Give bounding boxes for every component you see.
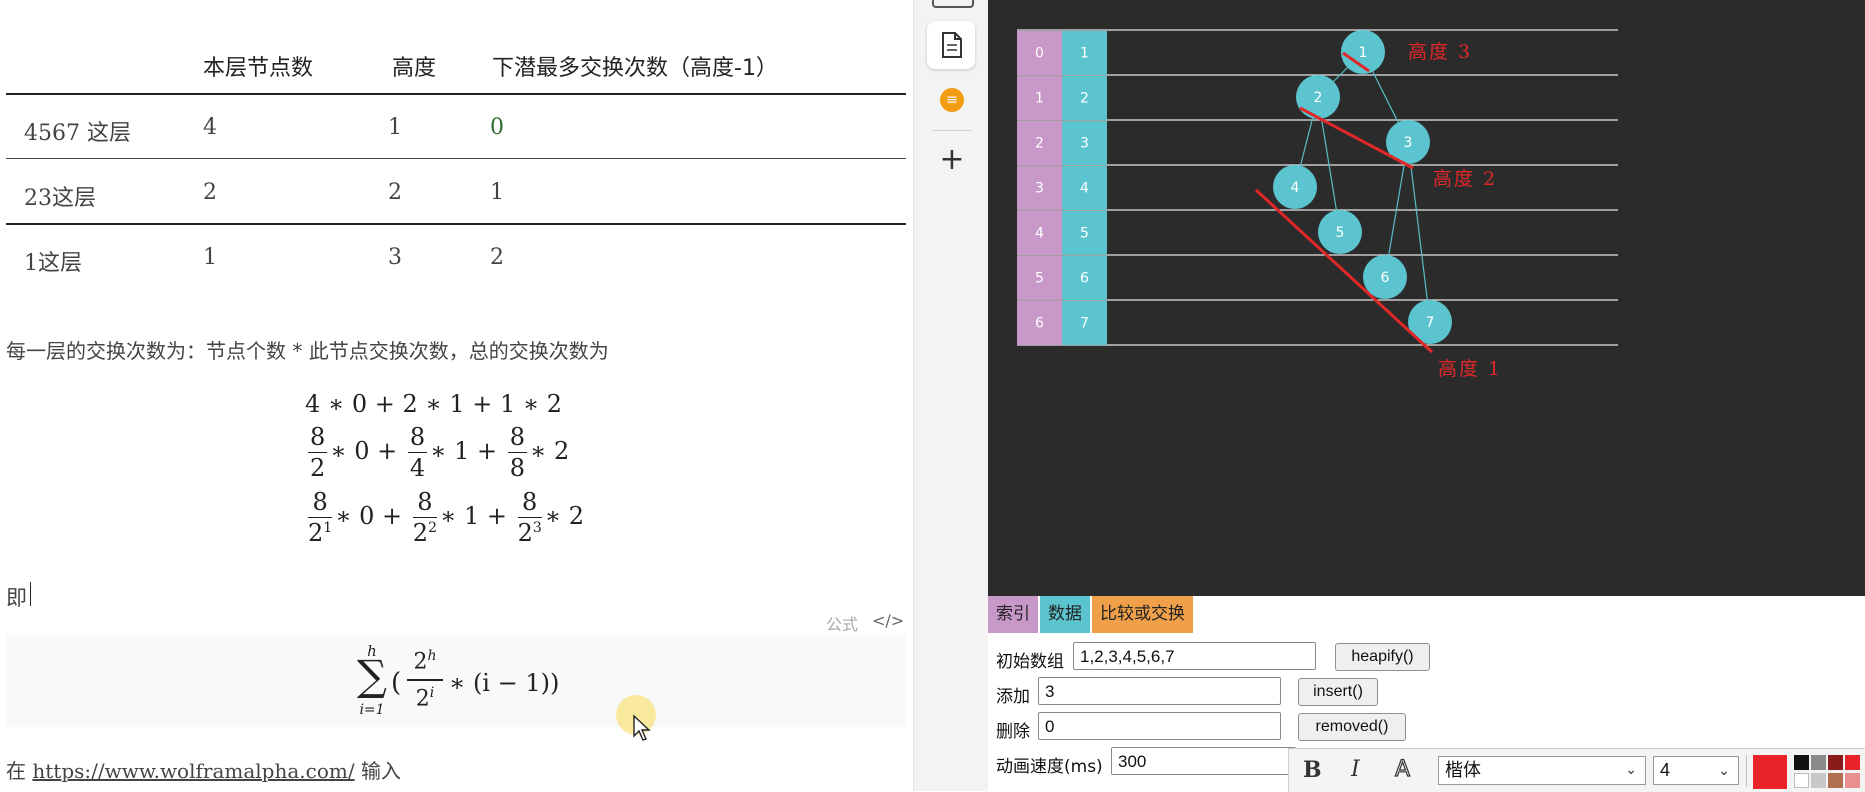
- row-count: 1: [203, 245, 217, 270]
- color-swatch[interactable]: [1828, 773, 1843, 788]
- value-label: 1: [1080, 46, 1089, 62]
- add-input[interactable]: 3: [1038, 677, 1281, 705]
- footer-line: 在 https://www.wolframalpha.com/ 输入: [6, 755, 401, 784]
- value-label: 5: [1080, 226, 1089, 242]
- value-label: 4: [1080, 181, 1089, 197]
- chevron-down-icon: ⌄: [1625, 762, 1637, 778]
- table-header-swaps: 下潜最多交换次数（高度-1）: [492, 56, 778, 81]
- color-swatch[interactable]: [1845, 773, 1860, 788]
- index-label: 1: [1035, 91, 1044, 107]
- format-toolbar: B I A 楷体 ⌄ 4 ⌄: [1288, 748, 1865, 792]
- current-color-swatch[interactable]: [1753, 755, 1787, 789]
- tree-node-label: 3: [1404, 135, 1413, 151]
- index-label: 3: [1035, 181, 1044, 197]
- value-label: 2: [1080, 91, 1089, 107]
- bold-button[interactable]: B: [1303, 757, 1322, 783]
- add-icon[interactable]: +: [938, 145, 966, 175]
- height-annotation: 高度 2: [1433, 168, 1497, 190]
- tree-edge: [1407, 141, 1431, 323]
- document-pane: 本层节点数 高度 下潜最多交换次数（高度-1） 4567 这层 4 1 0 23…: [0, 0, 912, 791]
- index-label: 4: [1035, 226, 1044, 242]
- row-height: 2: [388, 180, 402, 205]
- wolfram-link[interactable]: https://www.wolframalpha.com/: [32, 759, 354, 783]
- legend-data-tag: 数据: [1040, 596, 1090, 633]
- color-swatch[interactable]: [1845, 755, 1860, 770]
- new-file-button[interactable]: [927, 21, 975, 69]
- ji-text: 即: [6, 586, 27, 610]
- mouse-pointer-icon: [633, 714, 651, 741]
- add-label: 添加: [996, 687, 1030, 707]
- removed-button[interactable]: removed(): [1298, 713, 1406, 741]
- tree-node-label: 1: [1359, 45, 1368, 61]
- tree-node-label: 5: [1336, 225, 1345, 241]
- table-header-count: 本层节点数: [203, 56, 314, 81]
- index-label: 2: [1035, 136, 1044, 152]
- index-label: 5: [1035, 271, 1044, 287]
- value-label: 6: [1080, 271, 1089, 287]
- init-array-label: 初始数组: [996, 652, 1064, 672]
- outline-text-button[interactable]: A: [1394, 756, 1410, 782]
- color-swatch[interactable]: [1811, 755, 1826, 770]
- tree-node-label: 2: [1314, 90, 1323, 106]
- color-swatch[interactable]: [1794, 755, 1809, 770]
- row-count: 2: [203, 180, 217, 205]
- text-cursor: [30, 582, 31, 606]
- color-swatch[interactable]: [1811, 773, 1826, 788]
- legend-compare-swap-tag: 比较或交换: [1092, 596, 1193, 633]
- heap-canvas: 0 1 1 2 2 3 3 4 4 5 5 6 6 7 1 2 3 4 5 6 7 高度 3 高度 2 高度 1: [1017, 29, 1618, 380]
- row-swaps: 1: [490, 180, 504, 205]
- sum-formula: h ∑ i=1 ( 2h 2i ∗ (i − 1)): [357, 642, 560, 718]
- divider: [932, 130, 972, 131]
- init-array-input[interactable]: 1,2,3,4,5,6,7: [1073, 642, 1316, 670]
- row-height: 3: [388, 245, 402, 270]
- insert-button[interactable]: insert(): [1298, 678, 1378, 706]
- color-swatch[interactable]: [1794, 773, 1809, 788]
- height-annotation: 高度 3: [1408, 41, 1472, 63]
- tree-node-label: 7: [1426, 315, 1435, 331]
- row-label: 1这层: [24, 251, 82, 276]
- code-toggle-icon[interactable]: </>: [872, 611, 904, 630]
- formula-line-1: 4 ∗ 0 + 2 ∗ 1 + 1 ∗ 2: [305, 390, 563, 418]
- legend-index-tag: 索引: [988, 596, 1038, 633]
- index-label: 0: [1035, 46, 1044, 62]
- file-icon: [942, 32, 962, 58]
- row-count: 4: [203, 115, 217, 140]
- italic-button[interactable]: I: [1351, 757, 1360, 782]
- font-family-select[interactable]: 楷体 ⌄: [1438, 756, 1646, 785]
- extension-icon[interactable]: ≡: [940, 88, 964, 112]
- value-label: 3: [1080, 136, 1089, 152]
- height-annotation: 高度 1: [1438, 358, 1502, 380]
- delete-label: 删除: [996, 722, 1030, 742]
- activity-bar: ≡ +: [913, 0, 989, 791]
- table-header-height: 高度: [392, 56, 437, 81]
- chevron-down-icon: ⌄: [1718, 762, 1730, 778]
- formula-line-2: 8 2 ∗ 0 + 8 4 ∗ 1 + 8 8 ∗ 2: [308, 423, 570, 482]
- color-swatch[interactable]: [1828, 755, 1843, 770]
- row-label: 23这层: [24, 186, 96, 211]
- footer-prefix: 在: [6, 759, 26, 783]
- tree-node-label: 4: [1291, 180, 1300, 196]
- value-label: 7: [1080, 316, 1089, 332]
- heapify-button[interactable]: heapify(): [1335, 643, 1430, 671]
- tree-node-label: 6: [1381, 270, 1390, 286]
- divider: [1746, 755, 1747, 787]
- speed-input[interactable]: 300: [1111, 747, 1296, 775]
- row-label: 4567 这层: [24, 121, 131, 146]
- font-size-select[interactable]: 4 ⌄: [1653, 756, 1739, 785]
- row-swaps: 2: [490, 245, 504, 270]
- speed-label: 动画速度(ms): [996, 757, 1103, 777]
- row-divider: [6, 223, 906, 225]
- clipboard-icon[interactable]: [932, 0, 974, 8]
- row-divider: [6, 158, 906, 159]
- formula-tag[interactable]: 公式: [826, 611, 858, 635]
- explanation-text: 每一层的交换次数为：节点个数 * 此节点交换次数，总的交换次数为: [6, 339, 609, 363]
- footer-suffix: 输入: [360, 759, 401, 783]
- delete-input[interactable]: 0: [1038, 712, 1281, 740]
- row-swaps: 0: [490, 115, 504, 140]
- formula-line-3: 8 21 ∗ 0 + 8 22 ∗ 1 + 8 23 ∗ 2: [308, 488, 585, 547]
- row-height: 1: [388, 115, 402, 140]
- heap-visualization: 0 1 1 2 2 3 3 4 4 5 5 6 6 7 1 2 3 4 5 6 7 高度 3 高度 2 高度 1: [988, 0, 1865, 596]
- index-label: 6: [1035, 316, 1044, 332]
- table-top-rule: [6, 93, 906, 95]
